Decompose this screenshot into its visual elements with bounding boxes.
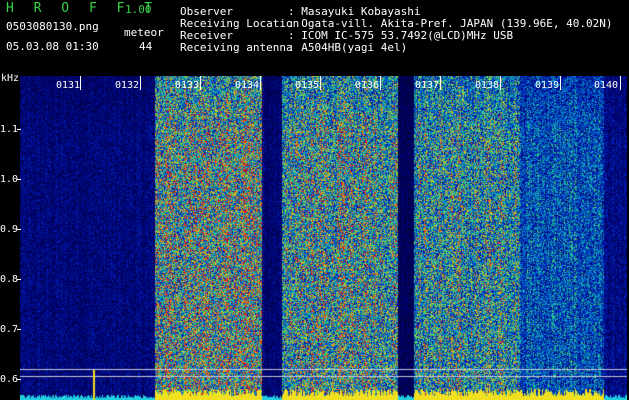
meteor-count: 44	[139, 40, 153, 53]
y-tick-1-0: 1.0	[0, 174, 19, 185]
x-tick-0134: 0134	[235, 80, 260, 91]
x-mark	[500, 76, 501, 90]
y-tick-0-9: 0.9	[0, 224, 19, 235]
x-mark	[560, 76, 561, 90]
x-mark	[80, 76, 81, 90]
y-mark	[17, 379, 21, 380]
hrofft-window: H R O F F T 1.00 0503080130.png meteor 0…	[0, 0, 629, 400]
x-tick-0140: 0140	[594, 80, 619, 91]
x-mark	[260, 76, 261, 90]
y-mark	[17, 279, 21, 280]
x-mark	[440, 76, 441, 90]
y-tick-0-6: 0.6	[0, 374, 19, 385]
y-tick-0-8: 0.8	[0, 274, 19, 285]
datetime: 05.03.08 01:30	[6, 40, 99, 53]
x-tick-0139: 0139	[535, 80, 560, 91]
x-tick-0137: 0137	[415, 80, 440, 91]
app-version: 1.00	[125, 3, 152, 16]
x-mark	[380, 76, 381, 90]
meteor-label: meteor	[124, 26, 164, 39]
x-tick-0136: 0136	[355, 80, 380, 91]
x-mark	[320, 76, 321, 90]
x-mark	[140, 76, 141, 90]
x-tick-0135: 0135	[295, 80, 320, 91]
y-unit-label: kHz	[1, 73, 20, 84]
antenna-value: : A504HB(yagi 4el)	[288, 41, 408, 54]
x-tick-0138: 0138	[475, 80, 500, 91]
y-tick-1-1: 1.1	[0, 124, 19, 135]
x-tick-0132: 0132	[115, 80, 140, 91]
x-mark	[200, 76, 201, 90]
y-mark	[17, 329, 21, 330]
file-name: 0503080130.png	[6, 20, 99, 33]
x-tick-0131: 0131	[56, 80, 81, 91]
y-mark	[17, 229, 21, 230]
spectrogram	[20, 76, 627, 400]
x-mark	[620, 76, 621, 90]
x-tick-0133: 0133	[175, 80, 200, 91]
y-mark	[17, 179, 21, 180]
y-mark	[17, 129, 21, 130]
antenna-label: Receiving antenna	[180, 41, 293, 54]
y-tick-0-7: 0.7	[0, 324, 19, 335]
